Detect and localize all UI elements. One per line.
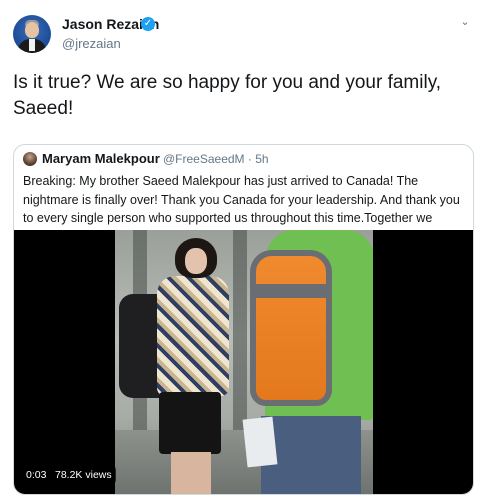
video-views-badge: 78.2K views <box>51 466 116 484</box>
chevron-down-icon[interactable]: ⌄ <box>458 15 472 29</box>
verified-badge-icon: ✓ <box>141 17 155 31</box>
tweet-text: Is it true? We are so happy for you and … <box>13 72 442 119</box>
video-player[interactable]: 0:03 78.2K views <box>14 230 473 494</box>
quoted-author-avatar[interactable] <box>23 152 37 166</box>
quoted-author-meta: @FreeSaeedM · 5h <box>163 152 269 166</box>
quoted-tweet[interactable]: Maryam Malekpour @FreeSaeedM · 5h Breaki… <box>13 144 474 495</box>
video-duration-badge: 0:03 <box>22 466 51 484</box>
tweet: Jason Rezaian ✓ @jrezaian ⌄ Is it true? … <box>0 0 481 500</box>
video-thumbnail <box>115 230 373 494</box>
author-avatar[interactable] <box>13 15 51 53</box>
author-handle[interactable]: @jrezaian <box>62 36 121 51</box>
quoted-author-name[interactable]: Maryam Malekpour <box>42 151 160 166</box>
